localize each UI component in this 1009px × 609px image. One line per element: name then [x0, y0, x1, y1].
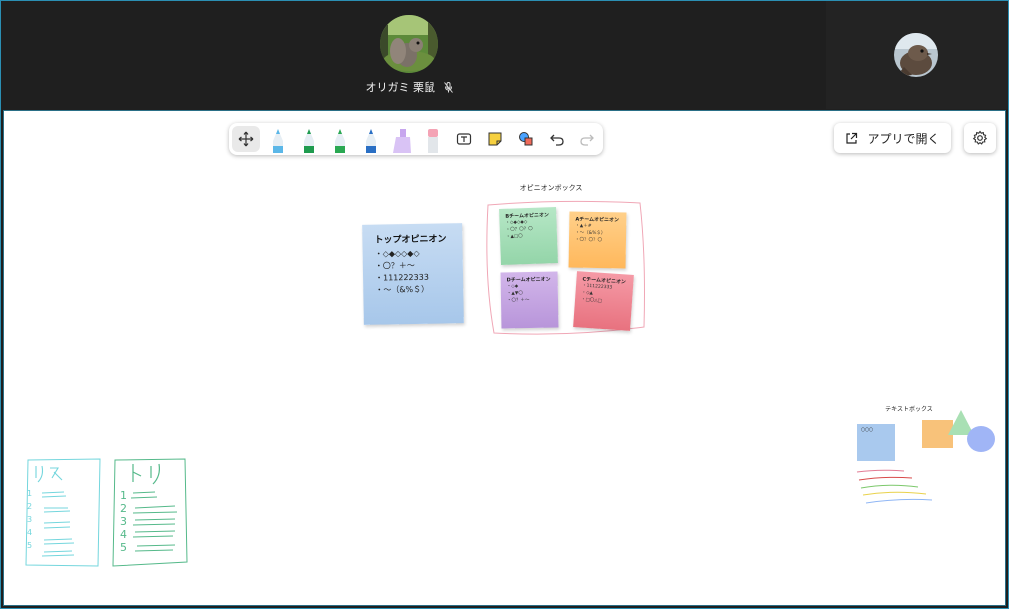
- shapes-icon: [519, 132, 533, 146]
- sticky-note-tool-button[interactable]: [481, 123, 509, 155]
- pen-icon: [335, 129, 345, 153]
- list-number: 2: [120, 502, 127, 515]
- highlighter-icon: [393, 129, 411, 153]
- teams-meeting-window: オリガミ 栗鼠 アプリで開く トップオピニオン ・◇◆◇◇◆◇ ・〇？＋～ ・1…: [1, 1, 1008, 608]
- c-team-sticky-note[interactable]: Cチームオピニオン ・111222333 ・◇▲ ・□〇△□: [573, 271, 634, 331]
- pen-green-2-button[interactable]: [326, 123, 354, 155]
- pen-icon: [366, 129, 376, 153]
- text-tool-button[interactable]: [450, 123, 478, 155]
- redo-icon: [580, 134, 594, 146]
- gear-icon: [972, 130, 988, 145]
- colored-ink-strokes[interactable]: [854, 466, 939, 511]
- text-note-content: 〇〇〇: [861, 427, 873, 432]
- undo-icon: [550, 134, 564, 146]
- blue-text-note[interactable]: 〇〇〇: [857, 424, 895, 461]
- self-avatar[interactable]: [894, 33, 938, 77]
- participant-name: オリガミ 栗鼠: [365, 81, 436, 94]
- eraser-icon: [428, 129, 438, 153]
- shapes-tool-button[interactable]: [512, 123, 540, 155]
- pen-green-button[interactable]: [295, 123, 323, 155]
- d-team-sticky-note[interactable]: Dチームオピニオン ・◇◆ ・▲▼〇 ・〇？＋～: [500, 271, 559, 329]
- open-in-app-button[interactable]: アプリで開く: [834, 123, 951, 153]
- sticky-note-icon: [488, 132, 502, 146]
- opinion-box-title: オピニオンボックス: [519, 184, 583, 192]
- mic-muted-icon: [443, 82, 453, 93]
- text-box-icon: [456, 133, 472, 145]
- pen-icon: [304, 129, 314, 153]
- list-number: 2: [27, 502, 33, 511]
- list-number: 3: [120, 515, 127, 528]
- highlighter-button[interactable]: [388, 123, 416, 155]
- move-tool-button[interactable]: [232, 126, 260, 152]
- list-number: 3: [27, 515, 33, 524]
- shapes-cluster[interactable]: [919, 407, 999, 457]
- pen-blue-button[interactable]: [357, 123, 385, 155]
- note-title: トップオピニオン: [374, 234, 447, 246]
- note-line: ・〇？＋～: [506, 298, 530, 304]
- b-team-sticky-note[interactable]: Bチームオピニオン ・◇◆◇◆◇ ・〇？〇？〇 ・▲□〇: [499, 207, 558, 265]
- participant-avatar[interactable]: [380, 15, 438, 73]
- list-number: 5: [120, 541, 127, 554]
- open-in-app-label: アプリで開く: [867, 131, 940, 146]
- list-number: 5: [27, 541, 33, 550]
- redo-button[interactable]: [573, 123, 601, 155]
- list-numbers: 1 2 3 4 5: [120, 489, 132, 554]
- undo-button[interactable]: [543, 123, 571, 155]
- eraser-button[interactable]: [419, 123, 447, 155]
- tori-heading: トリ: [144, 459, 146, 460]
- whiteboard-toolbar: [229, 123, 603, 155]
- pen-light-blue-button[interactable]: [264, 123, 292, 155]
- list-number: 1: [120, 489, 127, 502]
- external-link-icon: [846, 132, 858, 144]
- a-team-sticky-note[interactable]: Aチームオピニオン ・▲＋# ・～（&%＄） ・〇？〇？〇: [568, 211, 627, 269]
- list-number: 1: [27, 489, 33, 498]
- note-line: ・▲□〇: [505, 234, 523, 240]
- list-numbers: 1 2 3 4 5: [27, 487, 37, 552]
- note-line: ・～（&%＄）: [375, 284, 430, 295]
- list-number: 4: [120, 528, 127, 541]
- whiteboard-canvas[interactable]: アプリで開く トップオピニオン ・◇◆◇◇◆◇ ・〇？＋～ ・111222333…: [3, 110, 1006, 606]
- top-opinion-sticky-note[interactable]: トップオピニオン ・◇◆◇◇◆◇ ・〇？＋～ ・111222333 ・～（&%＄…: [362, 223, 464, 325]
- participant-bar: オリガミ 栗鼠: [1, 1, 1008, 109]
- settings-button[interactable]: [964, 123, 996, 153]
- pen-icon: [273, 129, 283, 153]
- participant-name-row: オリガミ 栗鼠: [1, 79, 817, 95]
- list-number: 4: [27, 528, 33, 537]
- move-arrows-icon: [238, 131, 254, 147]
- note-title: Dチームオピニオン: [506, 276, 551, 284]
- risu-heading: リス: [59, 459, 61, 460]
- note-line: ・〇？〇？〇: [574, 237, 603, 244]
